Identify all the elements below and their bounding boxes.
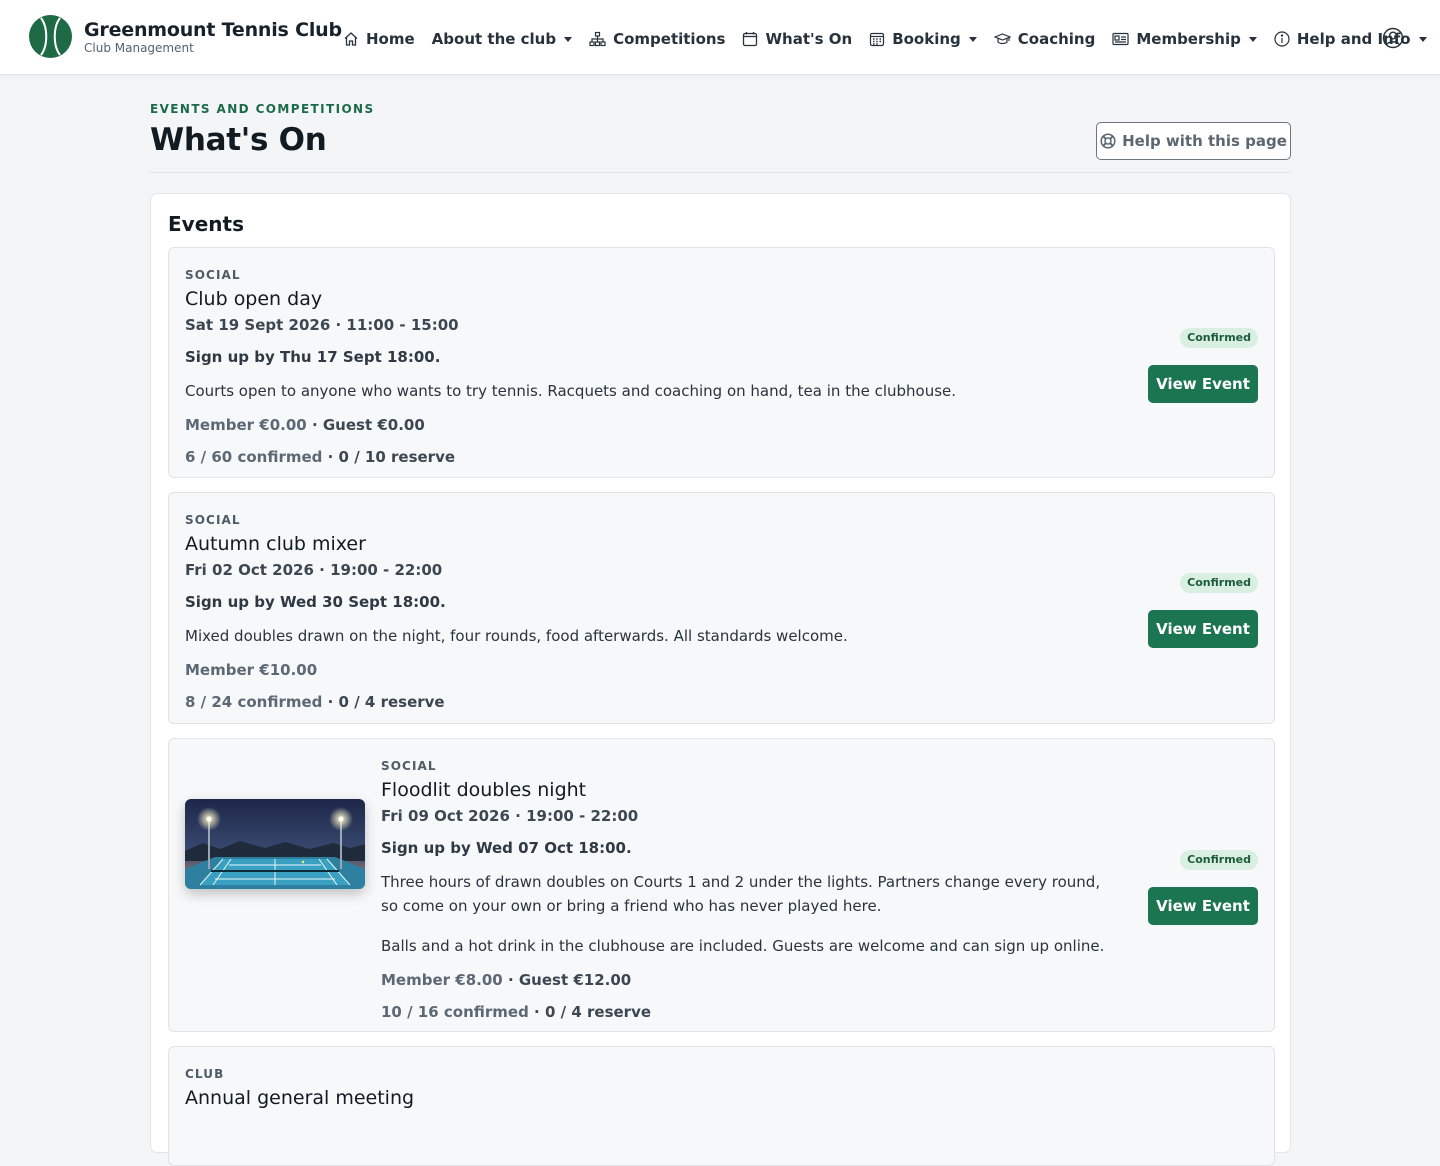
account-icon[interactable] [1382,27,1404,49]
nav-membership-label: Membership [1136,30,1241,48]
nav-coaching-label: Coaching [1017,30,1096,48]
nav-about[interactable]: About the club [431,30,573,48]
nav-about-label: About the club [431,30,557,48]
event-title: Annual general meeting [185,1087,415,1109]
event-title: Club open day [185,288,323,310]
nav-whats-on[interactable]: What's On [742,30,852,48]
chevron-down-icon [564,36,573,42]
event-capacity: 8 / 24 confirmed · 0 / 4 reserve [185,693,445,711]
event-card: SOCIAL Floodlit doubles night Fri 09 Oct… [168,738,1275,1032]
event-title: Autumn club mixer [185,533,366,555]
member-price: Member €8.00 [381,971,503,989]
nav-booking[interactable]: Booking [869,30,977,48]
event-category: SOCIAL [381,759,437,773]
main-nav: Home About the club Competitions What's … [343,27,1440,51]
nav-home[interactable]: Home [343,30,415,48]
event-description: Balls and a hot drink in the clubhouse a… [381,937,1105,955]
event-signup-deadline: Sign up by Wed 07 Oct 18:00. [381,839,632,857]
event-signup-deadline: Sign up by Thu 17 Sept 18:00. [185,348,441,366]
events-heading: Events [168,212,244,236]
status-badge: Confirmed [1180,573,1258,593]
event-description: Three hours of drawn doubles on Courts 1… [381,873,1101,915]
info-icon [1274,31,1290,47]
sitemap-icon [589,31,606,47]
nav-membership[interactable]: Membership [1112,30,1257,48]
nav-coaching[interactable]: Coaching [993,30,1096,48]
help-with-page-button[interactable]: Help with this page [1096,122,1291,160]
guest-price: Guest €12.00 [518,971,632,989]
page-eyebrow: EVENTS AND COMPETITIONS [150,102,375,116]
event-capacity: 10 / 16 confirmed · 0 / 4 reserve [381,1003,652,1021]
event-description: Courts open to anyone who wants to try t… [185,382,957,400]
chevron-down-icon [1248,36,1257,42]
event-signup-deadline: Sign up by Wed 30 Sept 18:00. [185,593,446,611]
guest-price: Guest €0.00 [322,416,425,434]
events-panel: Events SOCIAL Club open day Sat 19 Sept … [150,193,1291,1166]
event-category: CLUB [185,1067,225,1081]
top-navbar: Greenmount Tennis Club Club Management H… [0,0,1440,75]
status-badge: Confirmed [1180,328,1258,348]
member-price: Member €10.00 [185,661,318,679]
reserve-count: 0 / 10 reserve [338,448,456,466]
event-price: Member €0.00 · Guest €0.00 [185,416,425,434]
brand-name: Greenmount Tennis Club [84,18,342,41]
chevron-down-icon [1418,36,1427,42]
floodlit-court-image-icon [185,799,365,889]
brand[interactable]: Greenmount Tennis Club Club Management [29,15,342,58]
brand-subtitle: Club Management [84,40,194,55]
event-category: SOCIAL [185,268,241,282]
confirmed-count: 6 / 60 confirmed [185,448,323,466]
member-price: Member €0.00 [185,416,307,434]
floodlit-court-thumbnail [185,799,365,889]
chevron-down-icon [968,36,977,42]
nav-competitions[interactable]: Competitions [589,30,725,48]
mortarboard-icon [993,33,1011,45]
event-card: SOCIAL Autumn club mixer Fri 02 Oct 2026… [168,492,1275,724]
calendar-icon [743,32,758,47]
nav-competitions-label: Competitions [613,30,726,48]
event-datetime: Sat 19 Sept 2026 · 11:00 - 15:00 [185,316,459,334]
calendar-grid-icon [870,32,885,47]
header-divider [150,172,1290,173]
event-datetime: Fri 09 Oct 2026 · 19:00 - 22:00 [381,807,639,825]
reserve-count: 0 / 4 reserve [338,693,445,711]
event-datetime: Fri 02 Oct 2026 · 19:00 - 22:00 [185,561,443,579]
confirmed-count: 8 / 24 confirmed [185,693,323,711]
page-title: What's On [150,122,327,158]
id-card-icon [1112,32,1129,46]
view-event-button[interactable]: View Event [1148,365,1258,403]
event-card: CLUB Annual general meeting [168,1046,1275,1166]
event-card: SOCIAL Club open day Sat 19 Sept 2026 · … [168,247,1275,478]
event-price: Member €8.00 · Guest €12.00 [381,971,632,989]
nav-home-label: Home [366,30,415,48]
event-category: SOCIAL [185,513,241,527]
event-capacity: 6 / 60 confirmed · 0 / 10 reserve [185,448,456,466]
confirmed-count: 10 / 16 confirmed [381,1003,529,1021]
event-title: Floodlit doubles night [381,779,587,801]
home-icon [344,32,358,46]
status-badge: Confirmed [1180,850,1258,870]
help-with-page-label: Help with this page [1122,132,1287,150]
event-price: Member €10.00 [185,660,848,680]
nav-whats-on-label: What's On [765,30,853,48]
lifebuoy-icon [1100,133,1116,149]
view-event-button[interactable]: View Event [1148,887,1258,925]
view-event-button[interactable]: View Event [1148,610,1258,648]
tennis-ball-logo-icon [29,15,72,58]
reserve-count: 0 / 4 reserve [544,1003,652,1021]
nav-booking-label: Booking [892,30,961,48]
event-description: Mixed doubles drawn on the night, four r… [185,627,848,645]
